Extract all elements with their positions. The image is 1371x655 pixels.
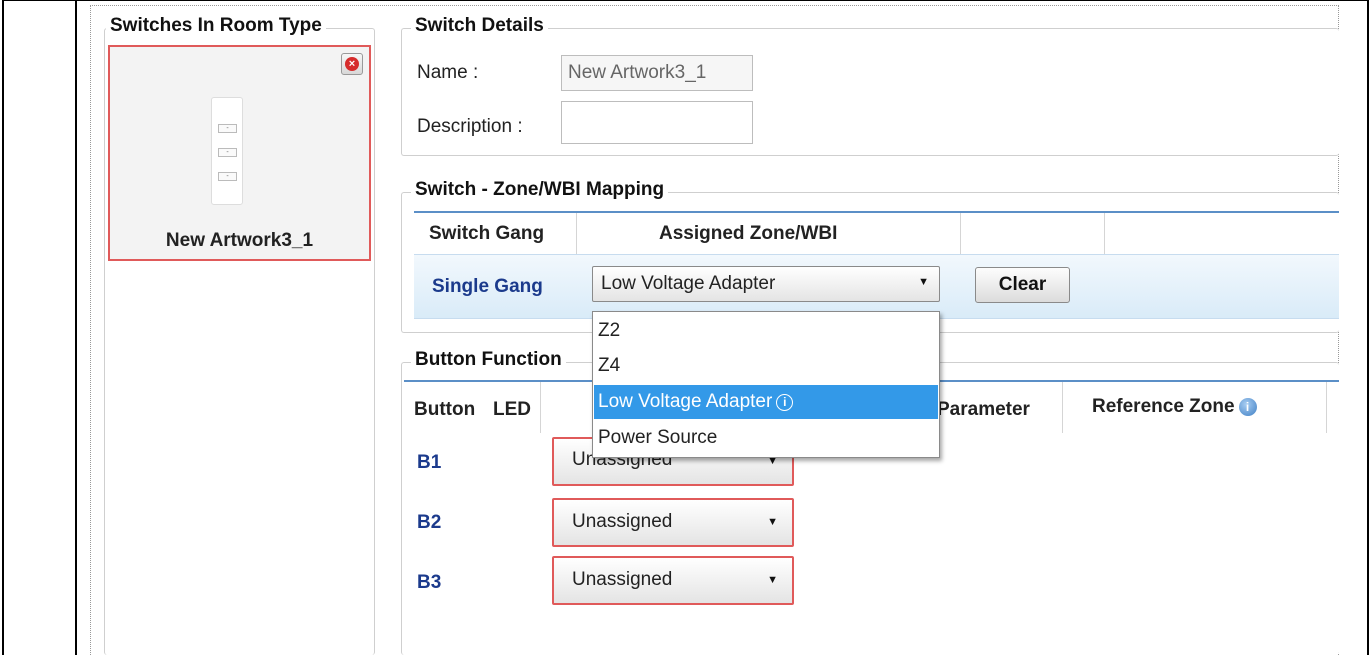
- plate-button-2: -: [218, 148, 237, 157]
- dropdown-option-label: Low Voltage Adapter: [598, 391, 773, 412]
- remove-switch-button[interactable]: ×: [341, 53, 363, 75]
- column-separator: [1104, 213, 1105, 256]
- dropdown-option-low-voltage-adapter[interactable]: Low Voltage Adapter i: [594, 385, 938, 419]
- button-b1-label: B1: [417, 452, 442, 473]
- mapping-table-header: Switch Gang Assigned Zone/WBI: [414, 211, 1339, 256]
- plate-button-1: -: [218, 124, 237, 133]
- assigned-zone-dropdown-list: Z2 Z4 Low Voltage Adapter i Power Source: [592, 311, 940, 458]
- reference-zone-column-header: Reference Zone i: [1092, 396, 1257, 418]
- switch-gang-column-header: Switch Gang: [429, 223, 545, 244]
- switch-gang-label: Single Gang: [432, 276, 543, 297]
- button-b3-function-value: Unassigned: [572, 569, 673, 590]
- switch-details-title: Switch Details: [411, 15, 548, 37]
- switch-card-name: New Artwork3_1: [165, 230, 314, 251]
- assigned-zone-dropdown[interactable]: Low Voltage Adapter ▼: [592, 266, 940, 302]
- button-b3-label: B3: [417, 572, 442, 593]
- switch-card[interactable]: × - - - New Artwork3_1: [108, 45, 371, 261]
- chevron-down-icon: ▼: [767, 516, 778, 528]
- button-b2-function-value: Unassigned: [572, 511, 673, 532]
- button-b2-label: B2: [417, 512, 442, 533]
- column-separator: [540, 382, 541, 433]
- dropdown-option-z2[interactable]: Z2: [594, 314, 938, 348]
- description-field[interactable]: [561, 101, 753, 144]
- assigned-zone-value: Low Voltage Adapter: [601, 273, 776, 294]
- gutter-line: [75, 0, 77, 655]
- column-separator: [576, 213, 577, 256]
- zone-mapping-title: Switch - Zone/WBI Mapping: [411, 179, 669, 201]
- info-icon: i: [776, 394, 794, 411]
- name-label: Name :: [417, 62, 479, 83]
- chevron-down-icon: ▼: [918, 276, 929, 288]
- switches-in-room-type-title: Switches In Room Type: [106, 15, 326, 37]
- switch-details-panel: [401, 28, 1339, 156]
- assigned-zone-column-header: Assigned Zone/WBI: [659, 223, 838, 244]
- button-b3-function-dropdown[interactable]: Unassigned ▼: [552, 556, 794, 605]
- remove-icon: ×: [345, 57, 359, 71]
- clear-button[interactable]: Clear: [975, 267, 1070, 303]
- switch-plate-image: - - -: [211, 97, 243, 205]
- button-column-header: Button: [414, 399, 476, 420]
- column-separator: [1062, 382, 1063, 433]
- name-field[interactable]: New Artwork3_1: [561, 55, 753, 91]
- led-column-header: LED: [493, 399, 531, 420]
- plate-button-3: -: [218, 172, 237, 181]
- column-separator: [1326, 382, 1327, 433]
- dropdown-option-power-source[interactable]: Power Source: [594, 421, 938, 455]
- description-label: Description :: [417, 116, 523, 137]
- button-b2-function-dropdown[interactable]: Unassigned ▼: [552, 498, 794, 547]
- dropdown-option-z4[interactable]: Z4: [594, 349, 938, 383]
- reference-zone-info-icon[interactable]: i: [1238, 397, 1257, 416]
- parameter-column-header: Parameter: [937, 399, 1030, 420]
- column-separator: [960, 213, 961, 256]
- button-function-title: Button Function: [411, 349, 566, 371]
- reference-zone-label: Reference Zone: [1092, 396, 1235, 417]
- chevron-down-icon: ▼: [767, 574, 778, 586]
